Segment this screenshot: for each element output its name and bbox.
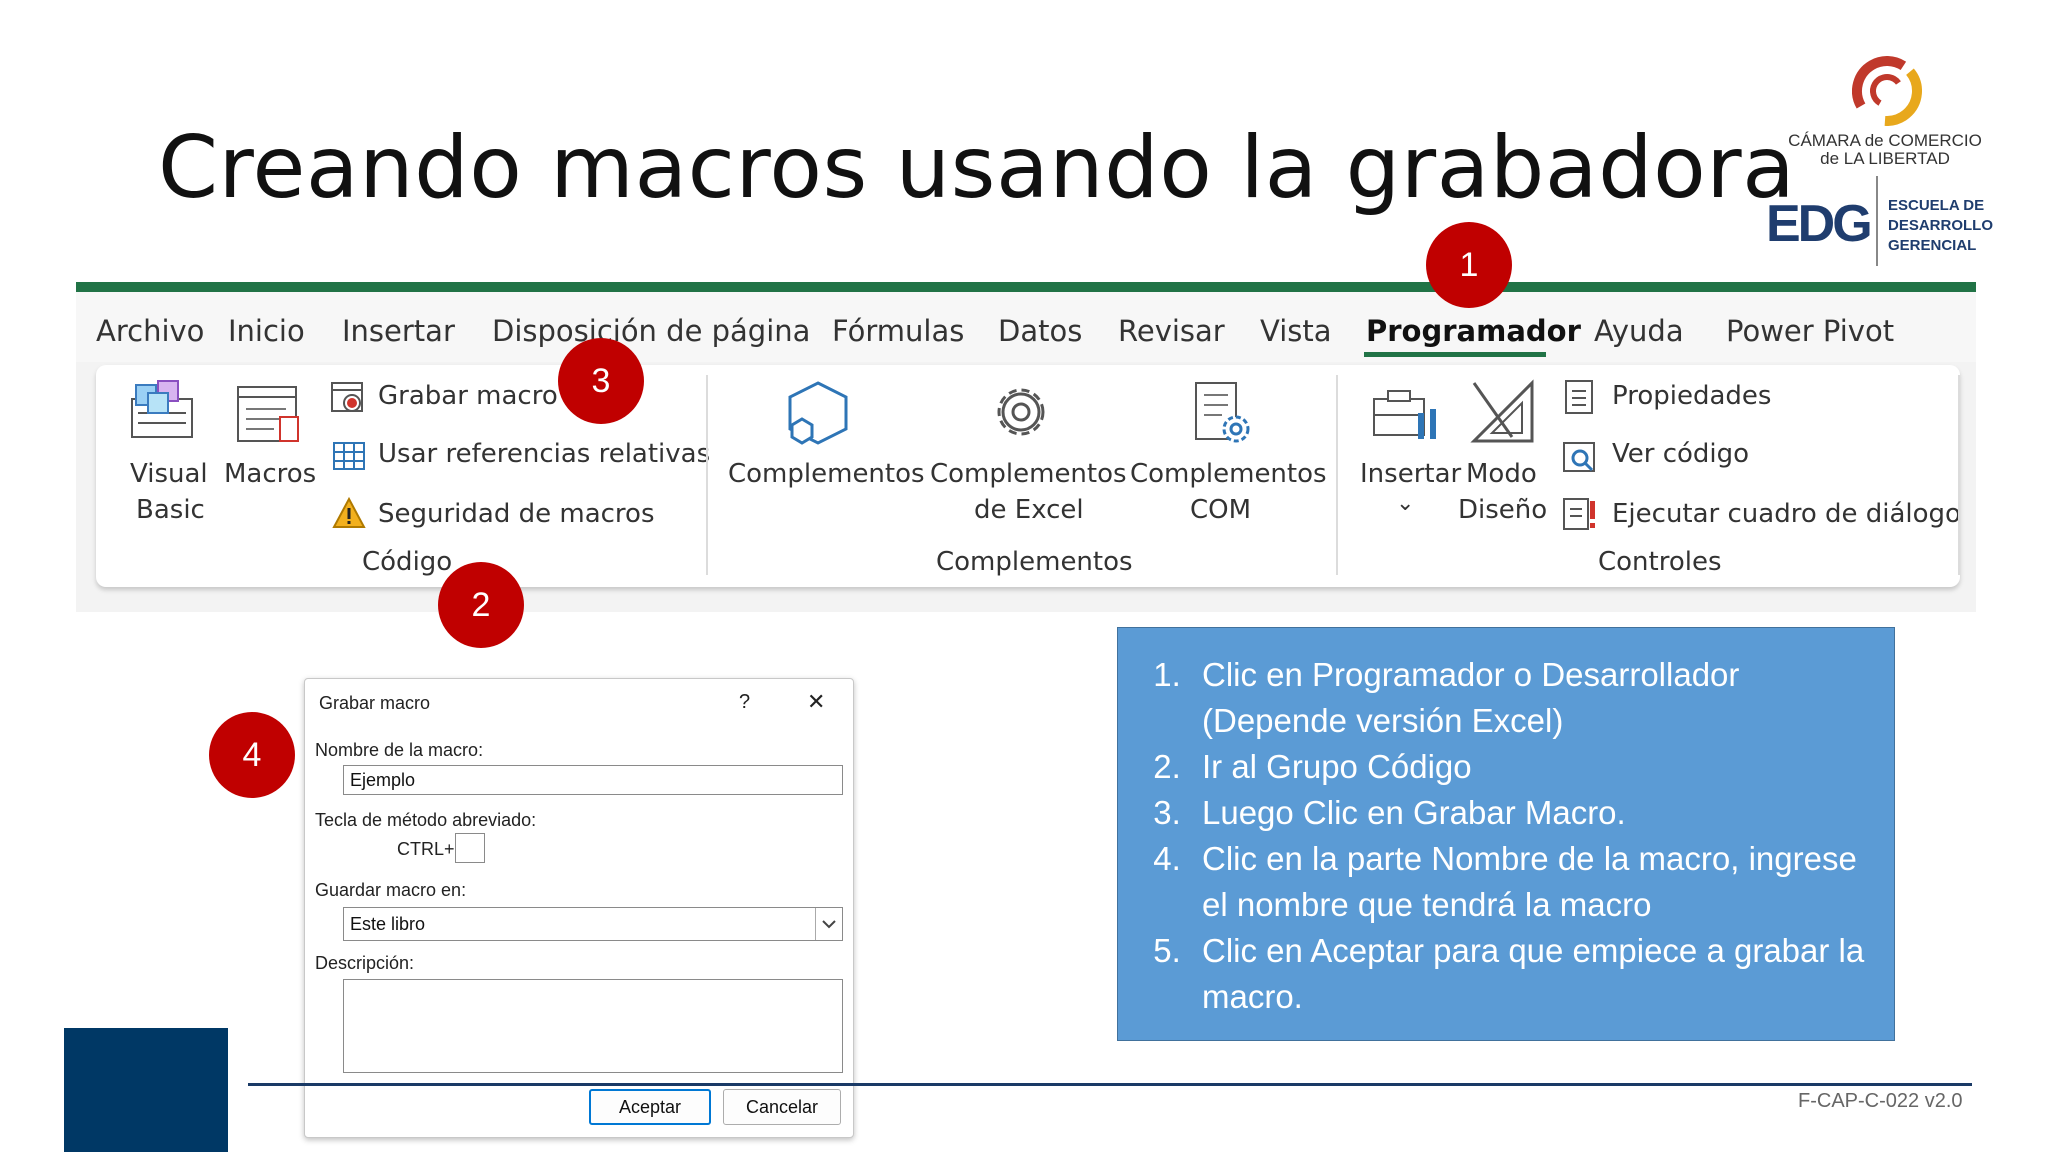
active-tab-indicator xyxy=(1364,352,1546,357)
logo-area: CÁMARA de COMERCIO de LA LIBERTAD EDG ES… xyxy=(1760,56,2010,276)
shortcut-label: Tecla de método abreviado: xyxy=(315,810,537,830)
insertar-control-button[interactable]: Insertar xyxy=(1360,459,1461,489)
complementos-com-label-1[interactable]: Complementos xyxy=(1130,459,1327,489)
warning-icon xyxy=(332,497,366,528)
macros-icon xyxy=(237,386,299,442)
tab-insertar[interactable]: Insertar xyxy=(342,314,455,348)
logo-divider xyxy=(1876,176,1878,266)
step-item: Clic en la parte Nombre de la macro, ing… xyxy=(1190,836,1874,928)
tab-formulas[interactable]: Fórmulas xyxy=(832,314,964,348)
footer-code: F-CAP-C-022 v2.0 xyxy=(1798,1090,1963,1112)
record-macro-icon xyxy=(331,382,363,412)
complementos-button[interactable]: Complementos xyxy=(728,459,925,489)
tab-inicio[interactable]: Inicio xyxy=(228,314,305,348)
step-badge-3: 3 xyxy=(558,338,644,424)
aceptar-button[interactable]: Aceptar xyxy=(589,1089,711,1125)
step-badge-2: 2 xyxy=(438,562,524,648)
propiedades-button[interactable]: Propiedades xyxy=(1612,381,1771,411)
store-in-select[interactable]: Este libro xyxy=(343,907,843,941)
modo-diseno-label-1[interactable]: Modo xyxy=(1466,459,1537,489)
add-ins-icon xyxy=(788,381,848,445)
properties-icon xyxy=(1565,380,1593,414)
ribbon-accent-bar xyxy=(76,282,1976,292)
ctrl-label: CTRL+ xyxy=(397,839,455,859)
ribbon-tabs: Archivo Inicio Insertar Disposición de p… xyxy=(76,292,1976,362)
step-item: Clic en Aceptar para que empiece a graba… xyxy=(1190,928,1874,1020)
edg-logo-mark: EDG xyxy=(1766,195,1873,253)
group-label-complementos: Complementos xyxy=(936,547,1133,577)
tab-disposicion[interactable]: Disposición de página xyxy=(492,314,810,348)
help-button[interactable]: ? xyxy=(739,691,750,714)
ver-codigo-button[interactable]: Ver código xyxy=(1612,439,1749,469)
tab-datos[interactable]: Datos xyxy=(998,314,1082,348)
relative-references-icon xyxy=(333,442,365,470)
ejecutar-dialogo-button[interactable]: Ejecutar cuadro de diálogo xyxy=(1612,499,1961,529)
com-addins-icon xyxy=(1195,382,1250,443)
macro-name-label: Nombre de la macro: xyxy=(315,740,484,760)
steps-list: Clic en Programador o Desarrollador (Dep… xyxy=(1132,652,1874,1020)
tab-revisar[interactable]: Revisar xyxy=(1118,314,1225,348)
grabar-macro-button[interactable]: Grabar macro xyxy=(378,381,558,411)
description-label: Descripción: xyxy=(315,953,415,973)
visual-basic-label-1[interactable]: Visual xyxy=(130,459,208,489)
tab-programador[interactable]: Programador xyxy=(1366,314,1581,348)
camara-logo-text: CÁMARA de COMERCIO de LA LIBERTAD xyxy=(1788,131,1982,168)
gear-icon xyxy=(997,388,1045,436)
cancelar-button[interactable]: Cancelar xyxy=(723,1089,841,1125)
complementos-excel-label-1[interactable]: Complementos xyxy=(930,459,1127,489)
edg-logo-text: ESCUELA DE DESARROLLO GERENCIAL xyxy=(1888,197,1993,254)
chevron-down-icon[interactable]: ⌄ xyxy=(1396,491,1414,516)
ribbon-panel: Visual Basic Macros Grabar macro Usar re… xyxy=(96,365,1961,587)
footer-line xyxy=(248,1083,1972,1086)
store-in-label: Guardar macro en: xyxy=(315,880,467,900)
toolbox-icon xyxy=(1373,390,1436,439)
step-item: Ir al Grupo Código xyxy=(1190,744,1874,790)
step-badge-1: 1 xyxy=(1426,222,1512,308)
tab-vista[interactable]: Vista xyxy=(1260,314,1332,348)
footer-block xyxy=(64,1028,228,1152)
step-item: Clic en Programador o Desarrollador (Dep… xyxy=(1190,652,1874,744)
complementos-com-label-2[interactable]: COM xyxy=(1190,495,1251,525)
visual-basic-icon xyxy=(131,380,193,438)
step-item: Luego Clic en Grabar Macro. xyxy=(1190,790,1874,836)
macros-label[interactable]: Macros xyxy=(224,459,316,489)
camara-logo-icon xyxy=(1852,56,1922,126)
visual-basic-label-2[interactable]: Basic xyxy=(136,495,205,525)
modo-diseno-label-2[interactable]: Diseño xyxy=(1458,495,1547,525)
tab-archivo[interactable]: Archivo xyxy=(96,314,204,348)
macro-name-input[interactable]: Ejemplo xyxy=(343,765,843,795)
complementos-excel-label-2[interactable]: de Excel xyxy=(974,495,1084,525)
store-in-value: Este libro xyxy=(350,914,426,934)
usar-referencias-button[interactable]: Usar referencias relativas xyxy=(378,439,710,469)
step-badge-4: 4 xyxy=(209,712,295,798)
chevron-down-icon[interactable] xyxy=(815,908,842,940)
tab-power-pivot[interactable]: Power Pivot xyxy=(1726,314,1894,348)
group-separator xyxy=(1958,375,1960,575)
group-separator xyxy=(706,375,708,575)
close-icon[interactable]: ✕ xyxy=(807,689,825,715)
design-mode-icon xyxy=(1470,379,1534,443)
slide-title: Creando macros usando la grabadora xyxy=(158,118,1796,218)
group-label-controles: Controles xyxy=(1598,547,1722,577)
group-separator xyxy=(1336,375,1338,575)
view-code-icon xyxy=(1563,442,1595,472)
run-dialog-icon xyxy=(1563,498,1595,530)
group-label-codigo: Código xyxy=(362,547,453,577)
grabar-macro-dialog: Grabar macro ? ✕ Nombre de la macro: Eje… xyxy=(304,678,854,1138)
steps-box: Clic en Programador o Desarrollador (Dep… xyxy=(1117,627,1895,1041)
tab-ayuda[interactable]: Ayuda xyxy=(1594,314,1684,348)
description-textarea[interactable] xyxy=(343,979,843,1073)
seguridad-macros-button[interactable]: Seguridad de macros xyxy=(378,499,655,529)
shortcut-key-input[interactable] xyxy=(455,833,485,863)
dialog-title: Grabar macro xyxy=(319,693,431,713)
